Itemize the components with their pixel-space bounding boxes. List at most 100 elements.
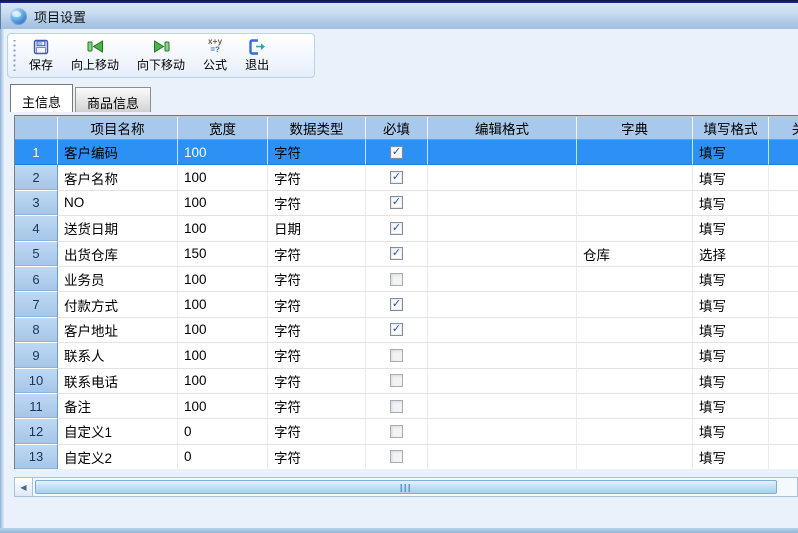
cell-name[interactable]: 客户编码 xyxy=(58,140,178,165)
cell-fill[interactable]: 填写 xyxy=(693,216,769,241)
cell-name[interactable]: 自定义2 xyxy=(58,445,178,469)
cell-required[interactable]: ✓ xyxy=(366,165,428,190)
cell-edit-format[interactable] xyxy=(428,445,577,469)
table-row[interactable]: 9联系人100字符填写 xyxy=(15,343,798,368)
column-header-type[interactable]: 数据类型 xyxy=(268,117,366,140)
cell-name[interactable]: 付款方式 xyxy=(58,292,178,317)
cell-dict[interactable] xyxy=(577,394,693,419)
save-button[interactable]: 保存 xyxy=(20,36,62,75)
cell-type[interactable]: 字符 xyxy=(268,445,366,469)
exit-button[interactable]: 退出 xyxy=(236,36,278,75)
cell-dict[interactable] xyxy=(577,191,693,216)
cell-type[interactable]: 字符 xyxy=(268,394,366,419)
column-header-required[interactable]: 必填 xyxy=(366,117,428,140)
required-checkbox-unchecked[interactable] xyxy=(390,273,403,286)
cell-rownum[interactable]: 6 xyxy=(15,267,58,292)
cell-type[interactable]: 字符 xyxy=(268,267,366,292)
cell-fill[interactable]: 填写 xyxy=(693,165,769,190)
cell-required[interactable] xyxy=(366,267,428,292)
cell-required[interactable] xyxy=(366,445,428,469)
cell-rownum[interactable]: 13 xyxy=(15,445,58,469)
cell-name[interactable]: 自定义1 xyxy=(58,419,178,444)
table-row[interactable]: 11备注100字符填写 xyxy=(15,394,798,419)
table-row[interactable]: 1客户编码100字符✓填写 xyxy=(15,140,798,165)
cell-rownum[interactable]: 5 xyxy=(15,242,58,267)
cell-width[interactable]: 0 xyxy=(178,419,268,444)
cell-width[interactable]: 0 xyxy=(178,445,268,469)
cell-required[interactable]: ✓ xyxy=(366,191,428,216)
table-row[interactable]: 2客户名称100字符✓填写 xyxy=(15,165,798,190)
cell-rownum[interactable]: 8 xyxy=(15,318,58,343)
cell-more[interactable] xyxy=(769,191,798,216)
cell-dict[interactable] xyxy=(577,318,693,343)
cell-type[interactable]: 日期 xyxy=(268,216,366,241)
cell-width[interactable]: 100 xyxy=(178,343,268,368)
cell-type[interactable]: 字符 xyxy=(268,369,366,394)
column-header-rownum[interactable] xyxy=(15,117,58,140)
cell-type[interactable]: 字符 xyxy=(268,191,366,216)
table-row[interactable]: 3NO100字符✓填写 xyxy=(15,191,798,216)
cell-rownum[interactable]: 9 xyxy=(15,343,58,368)
table-row[interactable]: 13自定义20字符 填写 xyxy=(15,445,798,469)
cell-edit-format[interactable] xyxy=(428,242,577,267)
cell-dict[interactable] xyxy=(577,369,693,394)
cell-more[interactable] xyxy=(769,419,798,444)
cell-fill[interactable]: 填写 xyxy=(693,140,769,165)
table-row[interactable]: 6业务员100字符填写 xyxy=(15,267,798,292)
required-checkbox-checked[interactable]: ✓ xyxy=(390,146,403,159)
required-checkbox-unchecked[interactable] xyxy=(390,425,403,438)
cell-edit-format[interactable] xyxy=(428,191,577,216)
move-down-button[interactable]: 向下移动 xyxy=(128,36,194,75)
cell-more[interactable] xyxy=(769,165,798,190)
cell-rownum[interactable]: 11 xyxy=(15,394,58,419)
table-row[interactable]: 10联系电话100字符填写 xyxy=(15,369,798,394)
cell-more[interactable] xyxy=(769,343,798,368)
cell-dict[interactable] xyxy=(577,165,693,190)
required-checkbox-checked[interactable]: ✓ xyxy=(390,196,403,209)
tab-main-info[interactable]: 主信息 xyxy=(10,84,73,112)
cell-type[interactable]: 字符 xyxy=(268,318,366,343)
cell-dict[interactable] xyxy=(577,292,693,317)
column-header-dict[interactable]: 字典 xyxy=(577,117,693,140)
cell-width[interactable]: 100 xyxy=(178,369,268,394)
cell-name[interactable]: 送货日期 xyxy=(58,216,178,241)
cell-required[interactable] xyxy=(366,419,428,444)
column-header-width[interactable]: 宽度 xyxy=(178,117,268,140)
cell-edit-format[interactable] xyxy=(428,292,577,317)
required-checkbox-checked[interactable]: ✓ xyxy=(390,171,403,184)
cell-required[interactable]: ✓ xyxy=(366,242,428,267)
cell-required[interactable]: ✓ xyxy=(366,318,428,343)
titlebar[interactable]: 项目设置 xyxy=(0,3,798,29)
scrollbar-thumb[interactable] xyxy=(35,480,777,494)
cell-edit-format[interactable] xyxy=(428,369,577,394)
required-checkbox-checked[interactable]: ✓ xyxy=(390,247,403,260)
cell-type[interactable]: 字符 xyxy=(268,343,366,368)
column-header-name[interactable]: 项目名称 xyxy=(58,117,178,140)
required-checkbox-unchecked[interactable] xyxy=(390,450,403,463)
cell-more[interactable] xyxy=(769,445,798,469)
table-row[interactable]: 8客户地址100字符✓填写 xyxy=(15,318,798,343)
cell-width[interactable]: 100 xyxy=(178,165,268,190)
cell-width[interactable]: 100 xyxy=(178,292,268,317)
horizontal-scrollbar[interactable]: ◀ xyxy=(14,477,798,497)
cell-rownum[interactable]: 7 xyxy=(15,292,58,317)
cell-more[interactable] xyxy=(769,394,798,419)
cell-fill[interactable]: 填写 xyxy=(693,445,769,469)
required-checkbox-unchecked[interactable] xyxy=(390,374,403,387)
tab-product-info[interactable]: 商品信息 xyxy=(75,87,151,112)
cell-required[interactable] xyxy=(366,394,428,419)
cell-edit-format[interactable] xyxy=(428,394,577,419)
column-header-edit_format[interactable]: 编辑格式 xyxy=(428,117,577,140)
cell-name[interactable]: 备注 xyxy=(58,394,178,419)
cell-width[interactable]: 150 xyxy=(178,242,268,267)
cell-width[interactable]: 100 xyxy=(178,318,268,343)
cell-dict[interactable] xyxy=(577,267,693,292)
cell-more[interactable] xyxy=(769,369,798,394)
cell-type[interactable]: 字符 xyxy=(268,419,366,444)
cell-type[interactable]: 字符 xyxy=(268,140,366,165)
cell-more[interactable] xyxy=(769,242,798,267)
cell-fill[interactable]: 填写 xyxy=(693,267,769,292)
cell-rownum[interactable]: 1 xyxy=(15,140,58,165)
cell-rownum[interactable]: 10 xyxy=(15,369,58,394)
cell-dict[interactable] xyxy=(577,419,693,444)
